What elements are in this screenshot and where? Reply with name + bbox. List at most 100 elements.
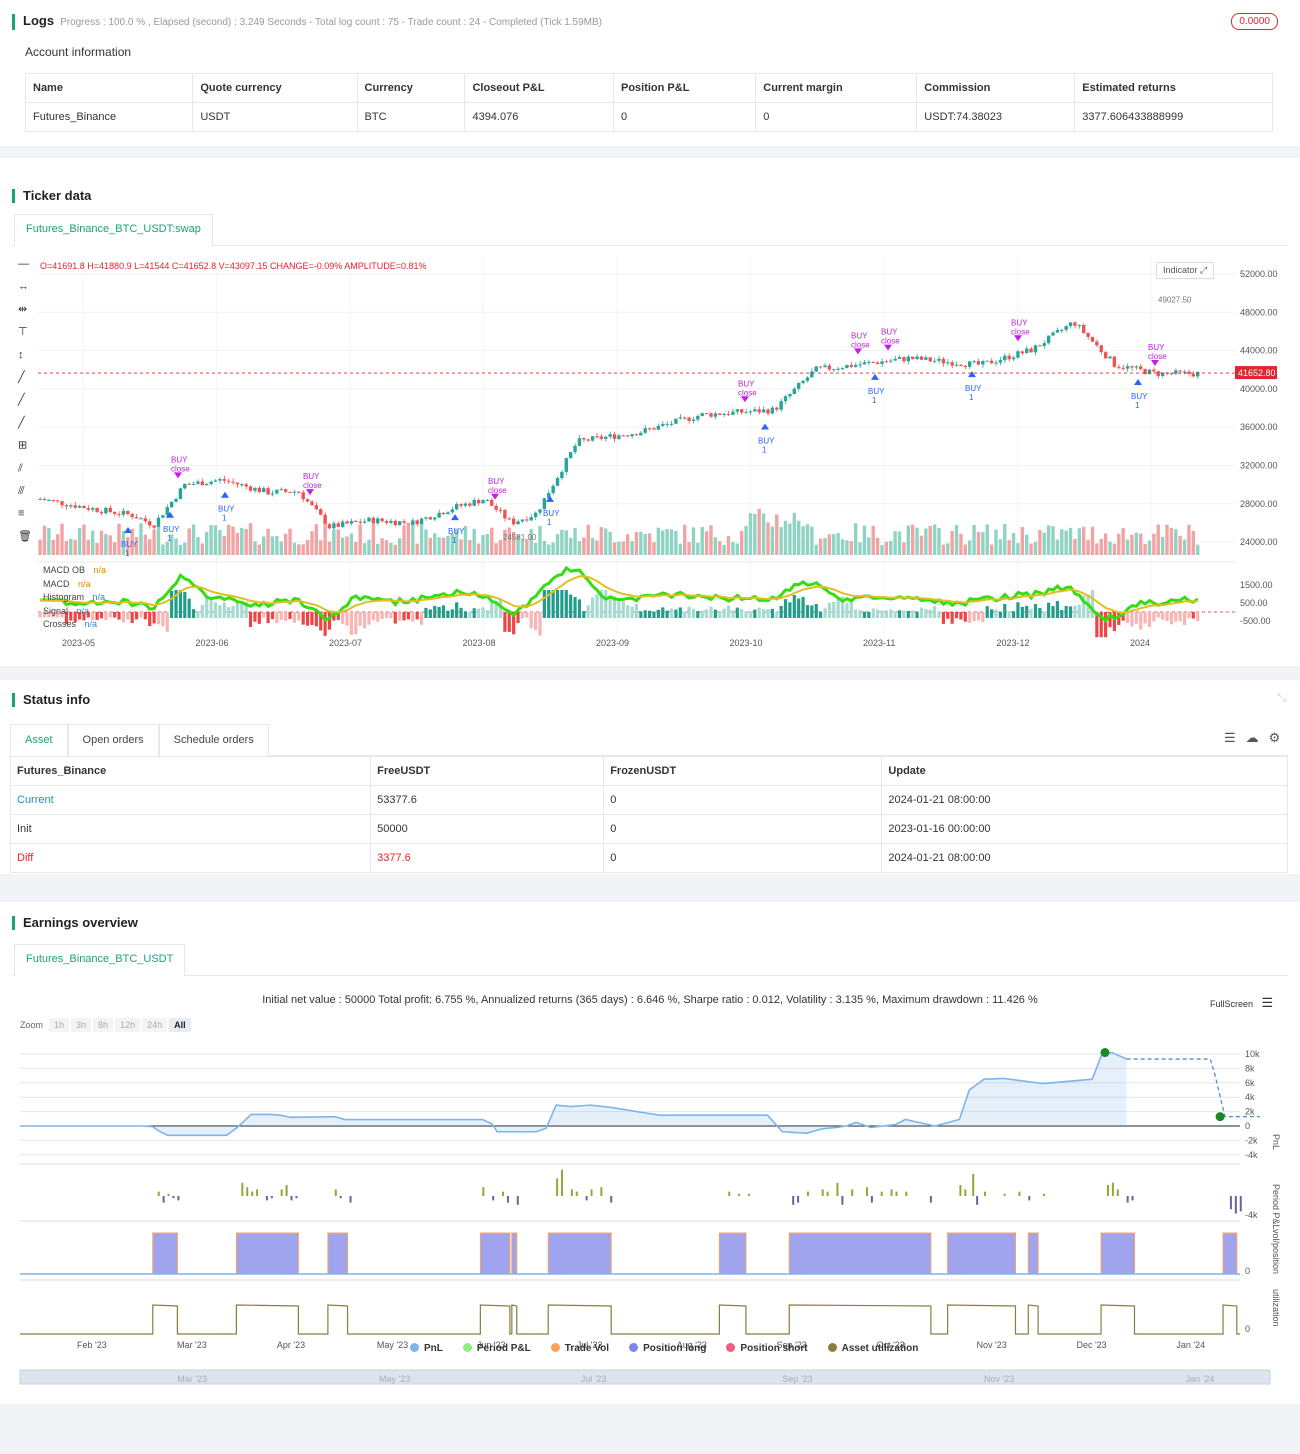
- axis-title: PnL: [1271, 1134, 1281, 1150]
- period-pnl-bar: [1239, 1196, 1242, 1212]
- histogram-bar: [222, 602, 226, 618]
- volume-bar: [959, 533, 963, 555]
- period-pnl-bar: [1111, 1182, 1114, 1196]
- histogram-bar: [200, 604, 204, 618]
- histogram-bar: [783, 599, 788, 618]
- month-tick-label: Dec '23: [1076, 1340, 1106, 1350]
- candle: [1139, 366, 1143, 369]
- navigator-label: May '23: [379, 1374, 410, 1384]
- histogram-bar: [976, 612, 981, 621]
- volume-bar: [205, 531, 209, 555]
- candle: [880, 361, 884, 364]
- volume-bar: [700, 527, 704, 555]
- histogram-bar: [867, 611, 871, 618]
- candle: [529, 517, 533, 521]
- indicator-button[interactable]: Indicator ⤢: [1156, 262, 1215, 279]
- candle: [314, 505, 319, 510]
- low-price-label: 24581.00: [503, 533, 537, 542]
- candle: [1112, 356, 1117, 367]
- tab-ticker-symbol[interactable]: Futures_Binance_BTC_USDT:swap: [14, 214, 213, 246]
- histogram-bar: [121, 612, 125, 623]
- legend-item[interactable]: Position long: [629, 1343, 706, 1354]
- period-pnl-bar: [590, 1189, 593, 1196]
- asset-cell: Current: [9, 785, 372, 815]
- pnl-tick-label: 10k: [1245, 1049, 1260, 1059]
- histogram-bar: [1130, 612, 1134, 627]
- period-pnl-bar: [959, 1185, 962, 1196]
- earnings-chart[interactable]: 10k 8k 6k 4k 2k 0 -2k -4k PnL -4k Period P&L 0 vol/p…: [0, 1034, 1300, 1454]
- histogram-bar: [696, 610, 700, 618]
- zoom-8h[interactable]: 8h: [93, 1018, 114, 1032]
- volume-bar: [902, 542, 906, 555]
- fullscreen-button[interactable]: FullScreen ☰: [1210, 995, 1273, 1011]
- candle: [968, 361, 972, 367]
- volume-bar: [1073, 539, 1077, 555]
- volume-bar: [248, 523, 253, 555]
- histogram-bar: [345, 612, 349, 626]
- candle: [126, 510, 130, 515]
- volume-bar: [586, 524, 590, 555]
- menu-icon[interactable]: ☰: [1262, 995, 1274, 1010]
- position-long-block: [718, 1232, 747, 1275]
- candle: [625, 435, 630, 437]
- tab-asset[interactable]: Asset: [10, 724, 68, 756]
- volume-bar: [577, 541, 582, 555]
- zoom-12h[interactable]: 12h: [115, 1018, 141, 1032]
- gear-icon[interactable]: ⚙: [1269, 730, 1281, 746]
- volume-bar: [112, 542, 117, 555]
- volume-bar: [840, 539, 845, 555]
- histogram-bar: [884, 610, 888, 618]
- histogram-bar: [490, 602, 494, 618]
- histogram-bar: [1139, 612, 1143, 630]
- date-tick-label: 2023-12: [997, 638, 1030, 648]
- volume-bar: [1055, 539, 1060, 555]
- histogram-bar: [762, 609, 766, 618]
- axis-title: Period P&L: [1271, 1184, 1281, 1230]
- zoom-1h[interactable]: 1h: [49, 1018, 70, 1032]
- zoom-24h[interactable]: 24h: [142, 1018, 168, 1032]
- toolbar-tool-icon: —: [18, 258, 29, 270]
- period-pnl-bar: [880, 1191, 883, 1196]
- histogram-bar: [854, 609, 858, 618]
- legend-item[interactable]: Position short: [726, 1343, 808, 1354]
- histogram-bar: [656, 609, 660, 618]
- histogram-bar: [411, 612, 415, 622]
- legend-item[interactable]: Asset utilization: [827, 1343, 918, 1354]
- histogram-bar: [1055, 601, 1059, 618]
- legend-item[interactable]: Trade Vol: [550, 1343, 609, 1354]
- histogram-bar: [205, 596, 209, 618]
- logs-panel: Logs Progress : 100.0 % , Elapsed (second…: [0, 0, 1300, 146]
- histogram-bar: [406, 612, 411, 620]
- cloud-download-icon[interactable]: ☁: [1246, 730, 1259, 746]
- candle: [976, 361, 981, 365]
- tab-schedule-orders[interactable]: Schedule orders: [158, 724, 269, 756]
- zoom-All[interactable]: All: [169, 1018, 191, 1032]
- ticker-chart[interactable]: 52000.00 48000.00 44000.00 40000.00 36000.00…: [0, 250, 1300, 658]
- histogram-bar: [661, 607, 665, 618]
- trade-label: BUY: [738, 379, 755, 388]
- collapse-icon[interactable]: ⤡: [1277, 692, 1286, 705]
- candle: [639, 432, 643, 436]
- volume-bar: [770, 526, 775, 555]
- volume-bar: [1134, 532, 1139, 555]
- tab-open-orders[interactable]: Open orders: [67, 724, 159, 756]
- volume-bar: [47, 527, 51, 555]
- histogram-bar: [845, 603, 849, 618]
- legend-item[interactable]: Period P&L: [462, 1343, 531, 1354]
- candle: [665, 423, 669, 425]
- volume-bar: [818, 538, 823, 555]
- zoom-3h[interactable]: 3h: [71, 1018, 92, 1032]
- list-icon[interactable]: ☰: [1224, 730, 1236, 746]
- trade-label: close: [488, 486, 507, 495]
- expand-icon[interactable]: ⤢: [1200, 265, 1207, 275]
- volume-bar: [551, 542, 555, 555]
- histogram-bar: [713, 609, 717, 618]
- tab-earnings-symbol[interactable]: Futures_Binance_BTC_USDT: [14, 944, 186, 976]
- candle: [779, 401, 783, 410]
- volume-bar: [1090, 526, 1095, 555]
- histogram-bar: [323, 612, 327, 636]
- histogram-bar: [766, 608, 770, 618]
- legend-item[interactable]: PnL: [410, 1343, 443, 1354]
- volume-bar: [590, 538, 595, 555]
- volume-bar: [612, 542, 617, 555]
